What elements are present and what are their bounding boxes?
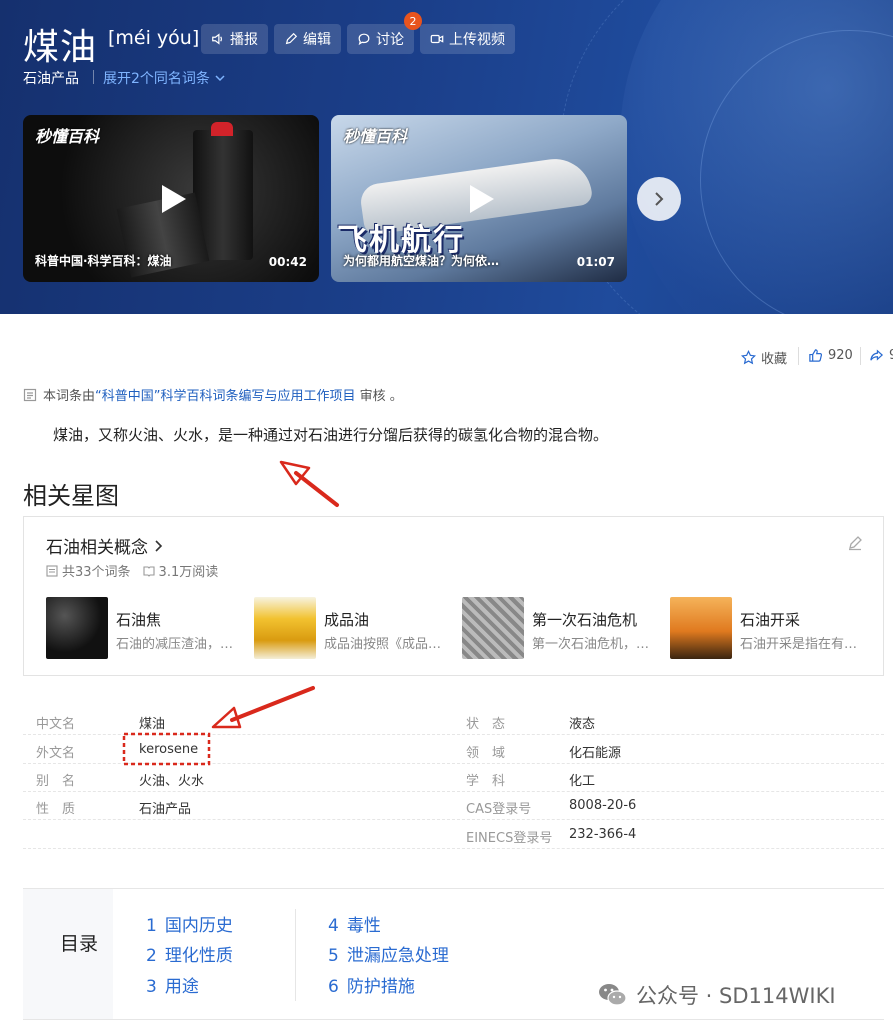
annotation-overlay xyxy=(122,460,339,766)
watermark-text: 公众号 · SD114WIKI xyxy=(636,984,836,1008)
wechat-icon xyxy=(599,984,627,1006)
red-arrow-icon xyxy=(279,460,339,507)
red-arrow-icon xyxy=(211,686,315,729)
dashed-highlight-box xyxy=(122,732,211,766)
wechat-watermark: 公众号 · SD114WIKI xyxy=(598,980,836,1010)
